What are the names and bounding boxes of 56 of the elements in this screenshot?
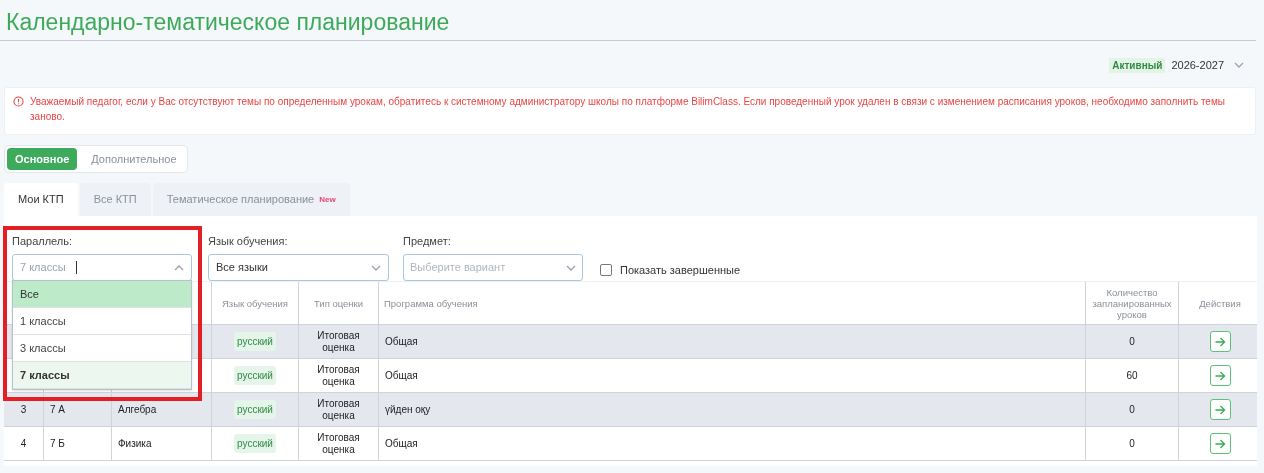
- open-button[interactable]: [1209, 365, 1231, 386]
- chevron-up-icon: [174, 264, 184, 271]
- table-cell: 60: [1126, 369, 1138, 382]
- table-cell: 0: [1129, 335, 1135, 348]
- table-cell-text: Итоговая оценка: [316, 397, 361, 422]
- table-cell: 7 Б: [50, 437, 65, 450]
- arrow-right-icon: [1214, 437, 1226, 450]
- year-dropdown[interactable]: 2026-2027: [1171, 56, 1244, 74]
- new-label: New: [319, 193, 336, 206]
- table-cell: 4: [20, 437, 27, 450]
- table-cell: Физика: [118, 437, 152, 450]
- open-button[interactable]: [1209, 331, 1231, 352]
- table-cell: 3: [20, 403, 27, 416]
- filter-label: Язык обучения:: [208, 233, 289, 249]
- column-header: Язык обучения: [221, 297, 288, 309]
- table-cell: үйден оқу: [385, 403, 431, 416]
- table-cell-text: Итоговая оценка: [316, 329, 361, 354]
- table-cell-text: Итоговая оценка: [316, 363, 361, 388]
- column-header: Тип оценки: [313, 297, 364, 309]
- open-button[interactable]: [1209, 433, 1231, 454]
- language-badge: русский: [234, 400, 276, 419]
- tab[interactable]: Мои КТП: [4, 183, 78, 216]
- column-header: Программа обучения: [384, 297, 478, 309]
- arrow-right-icon: [1214, 403, 1226, 416]
- dropdown-option[interactable]: Все: [13, 281, 191, 308]
- filter-label: Предмет:: [403, 233, 452, 249]
- chevron-down-icon: [371, 264, 381, 271]
- dropdown-option[interactable]: 1 классы: [13, 308, 191, 335]
- dropdown-option[interactable]: 7 классы: [13, 362, 191, 389]
- status-badge: Активный: [1109, 57, 1166, 73]
- column-header: Количество запланированных уроков: [1091, 286, 1173, 320]
- column-header: Действия: [1199, 297, 1241, 309]
- table-cell: Общая: [385, 369, 418, 382]
- checkbox[interactable]: [600, 264, 612, 276]
- open-button[interactable]: [1209, 399, 1231, 420]
- checkbox-label: Показать завершенные: [620, 262, 741, 278]
- table-cell: 0: [1129, 437, 1135, 450]
- table-cell: Общая: [385, 335, 418, 348]
- table-cell: Общая: [385, 437, 418, 450]
- info-icon: [13, 96, 24, 107]
- table-cell: 7 А: [50, 403, 65, 416]
- chevron-down-icon: [566, 264, 576, 271]
- arrow-right-icon: [1214, 369, 1226, 382]
- arrow-right-icon: [1214, 335, 1226, 348]
- page-title: Календарно-тематическое планирование: [0, 0, 1256, 41]
- language-badge: русский: [234, 332, 276, 351]
- chevron-down-icon: [1234, 62, 1244, 68]
- table-cell: 0: [1129, 403, 1135, 416]
- language-badge: русский: [234, 366, 276, 385]
- filter-label: Параллель:: [12, 233, 74, 249]
- language-badge: русский: [234, 434, 276, 453]
- table-cell-text: Итоговая оценка: [316, 431, 361, 456]
- table-cell: Алгебра: [118, 403, 157, 416]
- alert-message: Уважаемый педагог, если у Вас отсутствуют темы по определенным урокам, обратитесь к системному администратору школы по платформе BilimClass. Если проведенный урок удален в связи с изменением расписания уроков, необходимо заполнить темы заново.: [30, 95, 1226, 124]
- language-select[interactable]: Все языки: [208, 254, 389, 281]
- dropdown-option[interactable]: 3 классы: [13, 335, 191, 362]
